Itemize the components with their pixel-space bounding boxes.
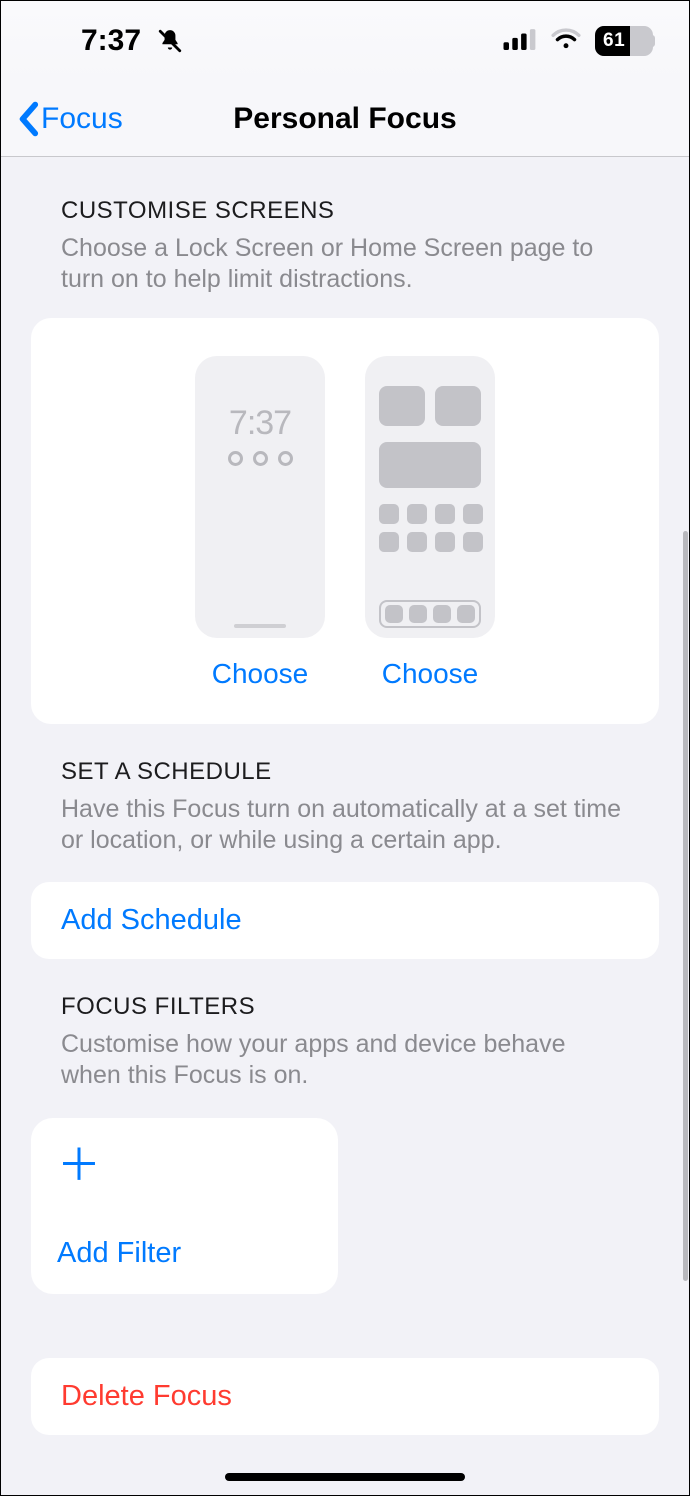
choose-home-screen-button[interactable]: Choose — [382, 658, 479, 690]
filters-desc: Customise how your apps and device behav… — [61, 1029, 629, 1092]
home-screen-col: Choose — [365, 356, 495, 690]
lock-screen-col: 7:37 Choose — [195, 356, 325, 690]
silent-icon — [157, 27, 183, 55]
customise-screens-card: 7:37 Choose Choo — [31, 318, 659, 724]
battery-icon: 61 — [595, 26, 653, 56]
lock-preview-time: 7:37 — [195, 356, 325, 443]
schedule-header: Set a Schedule Have this Focus turn on a… — [1, 724, 689, 865]
schedule-title: Set a Schedule — [61, 758, 629, 786]
home-indicator[interactable] — [225, 1473, 465, 1481]
add-filter-label: Add Filter — [57, 1237, 312, 1270]
add-schedule-button[interactable]: Add Schedule — [31, 882, 659, 959]
scroll-indicator[interactable] — [683, 531, 688, 1281]
customise-screens-title: Customise Screens — [61, 197, 629, 225]
lock-screen-preview[interactable]: 7:37 — [195, 356, 325, 638]
customise-screens-header: Customise Screens Choose a Lock Screen o… — [1, 157, 689, 304]
choose-lock-screen-button[interactable]: Choose — [212, 658, 309, 690]
content: Customise Screens Choose a Lock Screen o… — [1, 157, 689, 1475]
plus-icon: ＋ — [57, 1144, 312, 1188]
filters-header: Focus Filters Customise how your apps an… — [1, 959, 689, 1100]
back-label: Focus — [41, 102, 123, 136]
lock-preview-dots-icon — [195, 451, 325, 466]
delete-focus-button[interactable]: Delete Focus — [31, 1358, 659, 1435]
home-screen-preview[interactable] — [365, 356, 495, 638]
customise-screens-desc: Choose a Lock Screen or Home Screen page… — [61, 233, 629, 296]
status-bar: 7:37 61 — [1, 1, 689, 81]
back-button[interactable]: Focus — [1, 101, 123, 137]
status-time: 7:37 — [81, 24, 141, 58]
home-preview-dock-icon — [379, 600, 481, 628]
filters-title: Focus Filters — [61, 993, 629, 1021]
wifi-icon — [551, 24, 581, 58]
battery-percent: 61 — [595, 30, 653, 52]
cellular-icon — [503, 24, 537, 58]
add-filter-tile[interactable]: ＋ Add Filter — [31, 1118, 338, 1294]
nav-bar: Focus Personal Focus — [1, 81, 689, 157]
schedule-desc: Have this Focus turn on automatically at… — [61, 794, 629, 857]
